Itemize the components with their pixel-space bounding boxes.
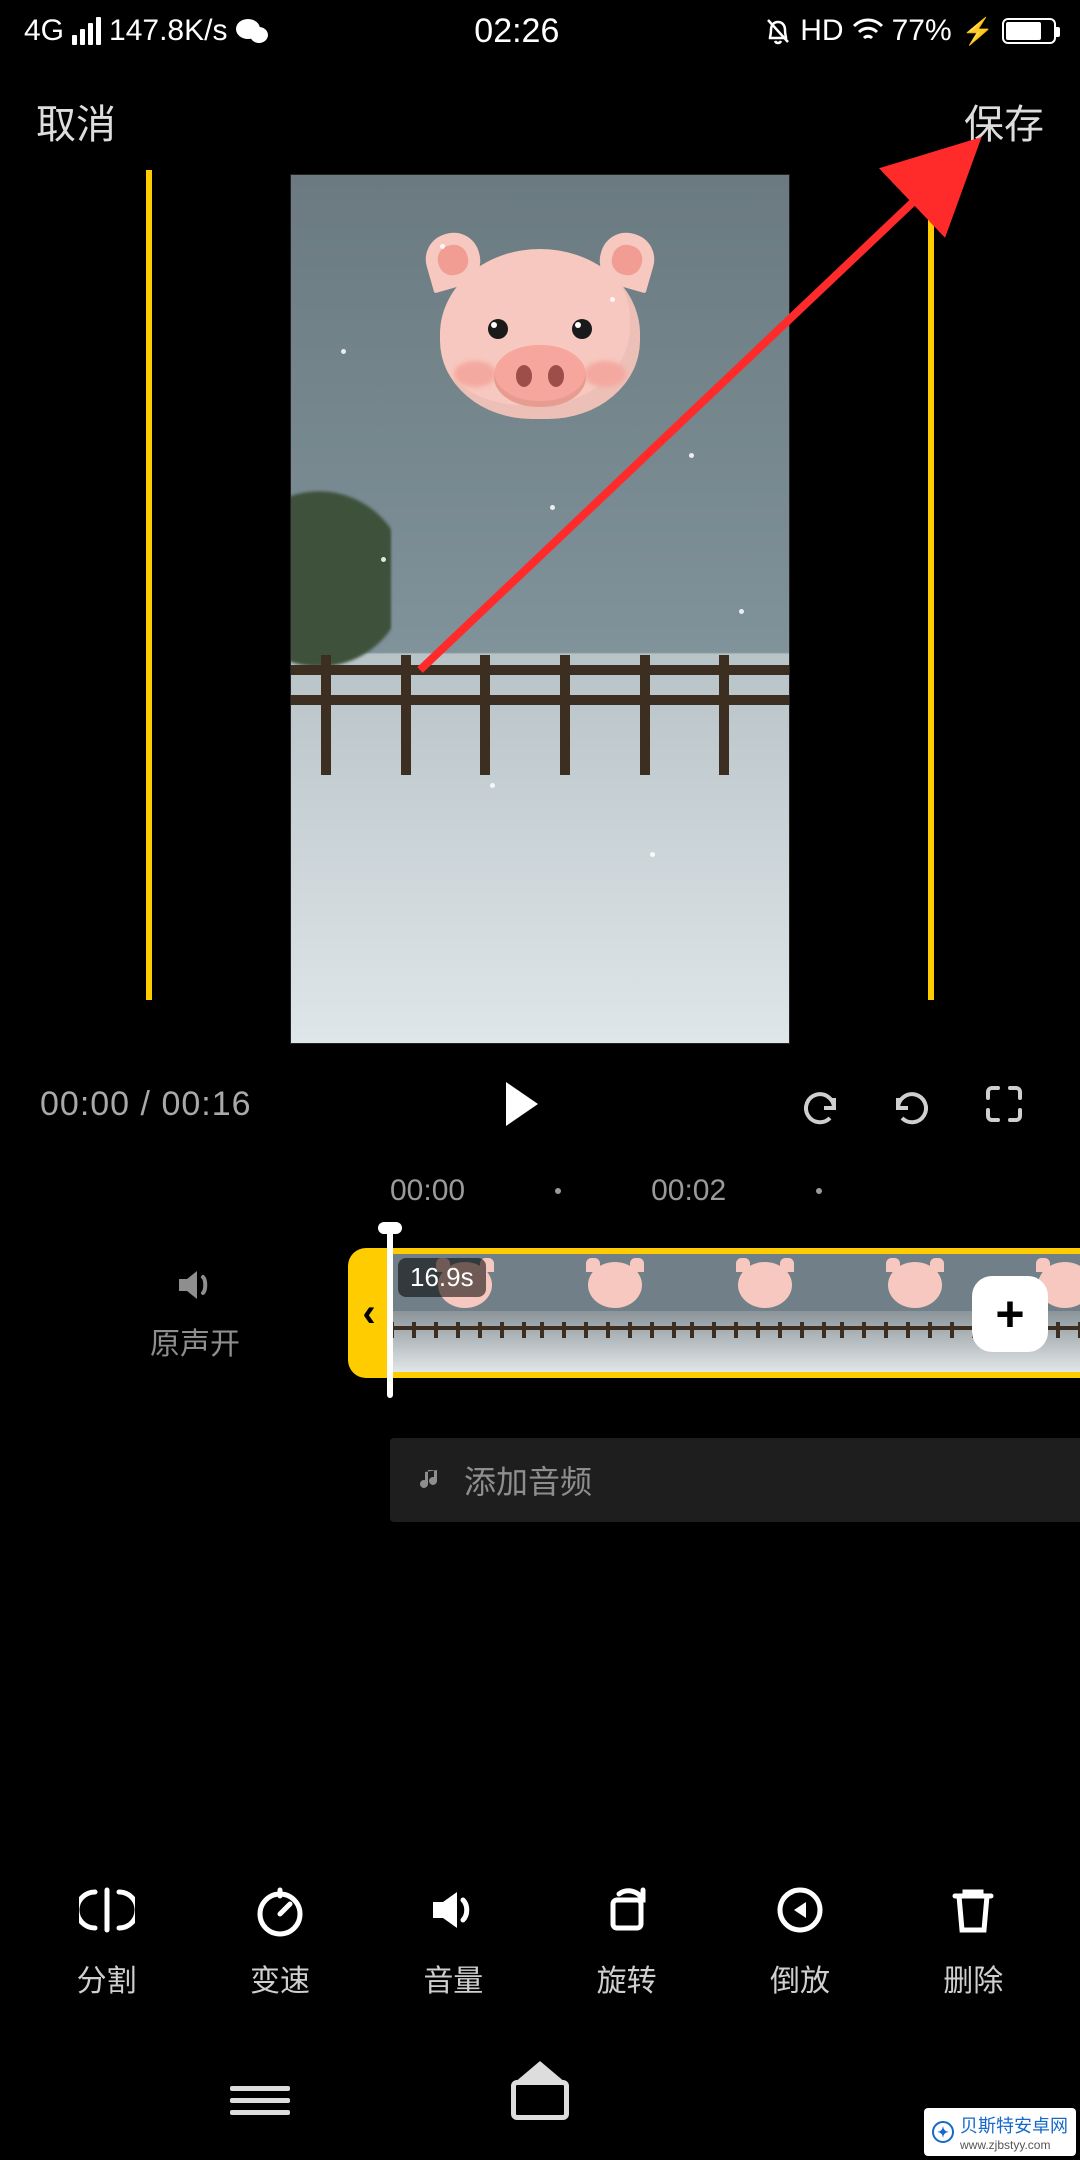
fullscreen-icon [982, 1082, 1026, 1126]
network-type: 4G [24, 14, 64, 48]
status-right: HD 77% ⚡ [764, 14, 1056, 48]
clip-thumb [540, 1254, 690, 1372]
status-time: 02:26 [269, 12, 764, 51]
add-audio-lane[interactable]: 添加音频 [390, 1438, 1080, 1522]
nav-back[interactable] [760, 2064, 880, 2136]
time-display: 00:00 / 00:16 [40, 1085, 252, 1124]
video-preview[interactable] [290, 174, 790, 1044]
clip-thumb [840, 1254, 990, 1372]
back-icon [785, 2076, 855, 2124]
tool-speed[interactable]: 变速 [210, 1882, 350, 2000]
tool-reverse[interactable]: 倒放 [730, 1882, 870, 2000]
original-sound-label: 原声开 [150, 1319, 240, 1363]
undo-button[interactable] [784, 1068, 856, 1140]
ruler-dot [816, 1188, 822, 1194]
signal-icon [72, 17, 101, 45]
charging-icon: ⚡ [962, 16, 994, 47]
battery-pct: 77% [892, 14, 952, 48]
tool-delete[interactable]: 删除 [903, 1882, 1043, 2000]
home-icon [511, 2080, 569, 2120]
network-speed: 147.8K/s [109, 14, 227, 48]
crop-guide-left [146, 170, 152, 1000]
add-clip-button[interactable]: + [972, 1276, 1048, 1352]
watermark-name: 贝斯特安卓网 [960, 2116, 1068, 2136]
nav-home[interactable] [480, 2064, 600, 2136]
clip-handle-left[interactable]: ‹ [348, 1248, 390, 1378]
trash-icon [945, 1882, 1001, 1938]
editor-header: 取消 保存 [0, 62, 1080, 170]
fullscreen-button[interactable] [968, 1068, 1040, 1140]
timeline-track[interactable]: 原声开 ‹ 16.9s + [0, 1248, 1080, 1418]
time-total: 00:16 [161, 1085, 251, 1123]
rotate-icon [599, 1882, 655, 1938]
watermark-icon: ✦ [932, 2121, 954, 2143]
status-bar: 4G 147.8K/s 02:26 HD 77% ⚡ [0, 0, 1080, 62]
chevron-left-icon: ‹ [362, 1291, 375, 1336]
play-icon [506, 1082, 538, 1126]
ruler-dot [555, 1188, 561, 1194]
tool-split[interactable]: 分割 [37, 1882, 177, 2000]
source-watermark: ✦ 贝斯特安卓网 www.zjbstyy.com [924, 2108, 1076, 2156]
watermark-url: www.zjbstyy.com [960, 2138, 1068, 2152]
playback-controls: 00:00 / 00:16 [0, 1044, 1080, 1150]
timeline-ruler: 00:00 00:02 [0, 1150, 1080, 1218]
pig-sticker[interactable] [430, 239, 650, 429]
ruler-mark-0: 00:00 [390, 1174, 465, 1208]
battery-icon [1002, 18, 1056, 44]
play-button[interactable] [482, 1068, 554, 1140]
clip-thumb [690, 1254, 840, 1372]
redo-icon [888, 1080, 936, 1128]
tool-rotate[interactable]: 旋转 [557, 1882, 697, 2000]
redo-button[interactable] [876, 1068, 948, 1140]
reverse-icon [772, 1882, 828, 1938]
speed-icon [252, 1882, 308, 1938]
playhead[interactable] [387, 1228, 393, 1398]
split-icon [79, 1882, 135, 1938]
crop-guide-right [928, 170, 934, 1000]
volume-icon [425, 1882, 481, 1938]
mute-bell-icon [764, 16, 792, 46]
plus-icon: + [995, 1285, 1024, 1343]
edit-toolbar: 分割 变速 音量 旋转 倒放 删除 [0, 1882, 1080, 2000]
music-note-icon [418, 1466, 446, 1494]
save-button[interactable]: 保存 [964, 92, 1044, 150]
system-navbar [0, 2040, 1080, 2160]
nav-recent[interactable] [200, 2064, 320, 2136]
undo-icon [796, 1080, 844, 1128]
add-audio-label: 添加音频 [464, 1457, 592, 1503]
ruler-mark-1: 00:02 [651, 1174, 726, 1208]
speaker-icon [173, 1263, 217, 1307]
time-current: 00:00 [40, 1085, 130, 1123]
preview-area [0, 170, 1080, 1044]
wechat-icon [235, 16, 269, 46]
clip-duration-badge: 16.9s [398, 1258, 486, 1297]
status-left: 4G 147.8K/s [24, 14, 269, 48]
tool-volume[interactable]: 音量 [383, 1882, 523, 2000]
hd-label: HD [800, 14, 843, 48]
wifi-icon [852, 18, 884, 44]
cancel-button[interactable]: 取消 [36, 92, 116, 150]
original-sound-toggle[interactable]: 原声开 [0, 1248, 390, 1378]
menu-icon [230, 2079, 290, 2122]
